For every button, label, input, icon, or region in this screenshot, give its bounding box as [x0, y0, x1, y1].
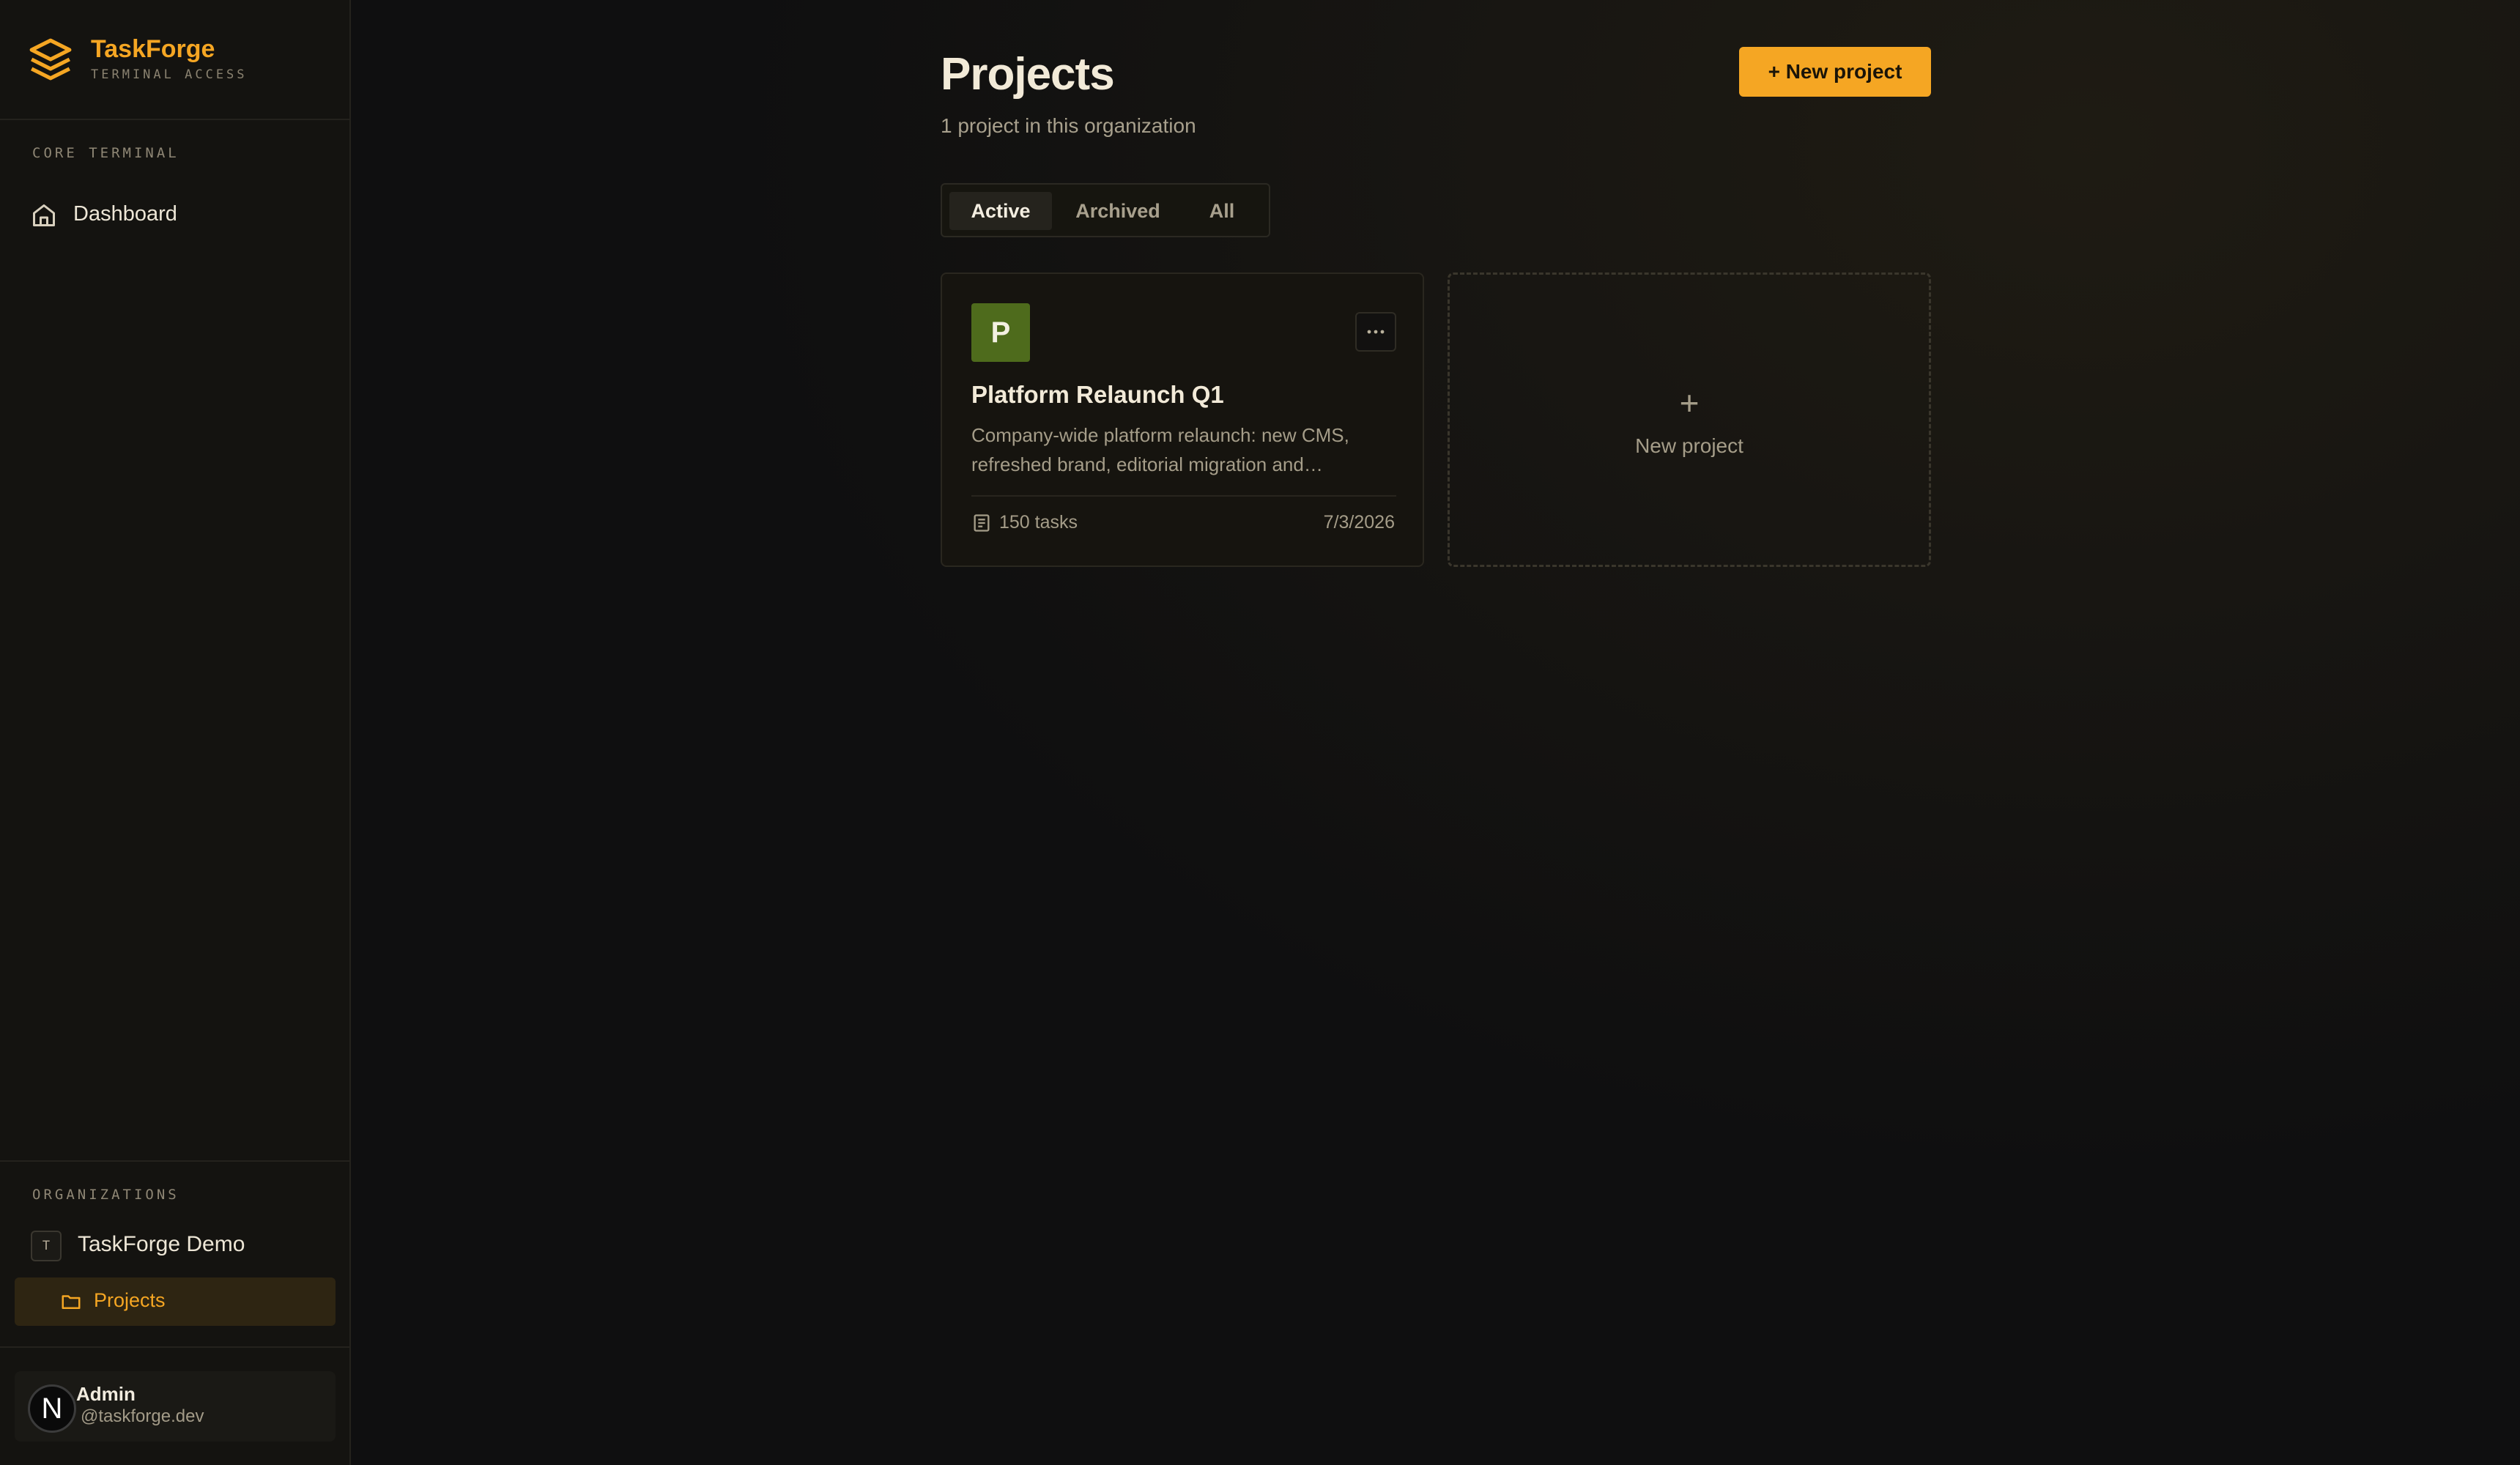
home-icon — [33, 204, 55, 226]
sidebar-item-dashboard[interactable]: Dashboard — [15, 192, 336, 237]
layers-icon — [29, 38, 72, 81]
sidebar: TaskForge TERMINAL ACCESS CORE TERMINAL … — [0, 0, 351, 1465]
task-count: 150 tasks — [999, 512, 1078, 533]
brand-name: TaskForge — [91, 35, 215, 63]
page-subtitle: 1 project in this organization — [941, 114, 1196, 137]
brand-subtitle: TERMINAL ACCESS — [91, 67, 248, 82]
sidebar-item-label: Dashboard — [73, 202, 177, 226]
tab-active[interactable]: Active — [949, 192, 1052, 230]
divider — [971, 495, 1396, 497]
main-background — [351, 0, 2520, 1465]
project-card[interactable]: P Platform Relaunch Q1 Company-wide plat… — [941, 272, 1424, 567]
project-title: Platform Relaunch Q1 — [971, 381, 1224, 408]
project-avatar: P — [971, 303, 1030, 362]
org-name: TaskForge Demo — [78, 1232, 245, 1256]
organization-selector[interactable]: T TaskForge Demo — [15, 1222, 336, 1267]
sidebar-item-label: Projects — [94, 1289, 166, 1311]
more-horizontal-icon — [1367, 330, 1385, 334]
page-title: Projects — [941, 49, 1115, 100]
org-badge: T — [31, 1231, 62, 1261]
tab-all[interactable]: All — [1184, 192, 1260, 230]
task-list-icon — [974, 514, 990, 532]
user-email: @taskforge.dev — [81, 1406, 204, 1426]
core-terminal-label: CORE TERMINAL — [32, 145, 179, 161]
plus-icon: + — [1679, 384, 1700, 422]
new-project-card[interactable]: + New project — [1448, 272, 1931, 567]
more-options-button[interactable] — [1355, 312, 1396, 352]
avatar: N — [28, 1384, 76, 1433]
new-project-button[interactable]: + New project — [1739, 47, 1931, 97]
tab-archived[interactable]: Archived — [1061, 192, 1175, 230]
folder-icon — [62, 1295, 81, 1309]
user-profile[interactable]: Admin @taskforge.dev N — [15, 1371, 336, 1442]
divider — [0, 1160, 349, 1162]
project-filter-tabs: Active Archived All — [941, 183, 1270, 237]
organizations-label: ORGANIZATIONS — [32, 1187, 179, 1203]
new-project-card-label: New project — [1635, 434, 1743, 457]
brand-header: TaskForge TERMINAL ACCESS — [0, 0, 349, 120]
project-description: Company-wide platform relaunch: new CMS,… — [971, 424, 1349, 475]
divider — [0, 1346, 349, 1348]
project-date: 7/3/2026 — [1323, 512, 1395, 533]
sidebar-item-projects[interactable]: Projects — [15, 1277, 336, 1326]
